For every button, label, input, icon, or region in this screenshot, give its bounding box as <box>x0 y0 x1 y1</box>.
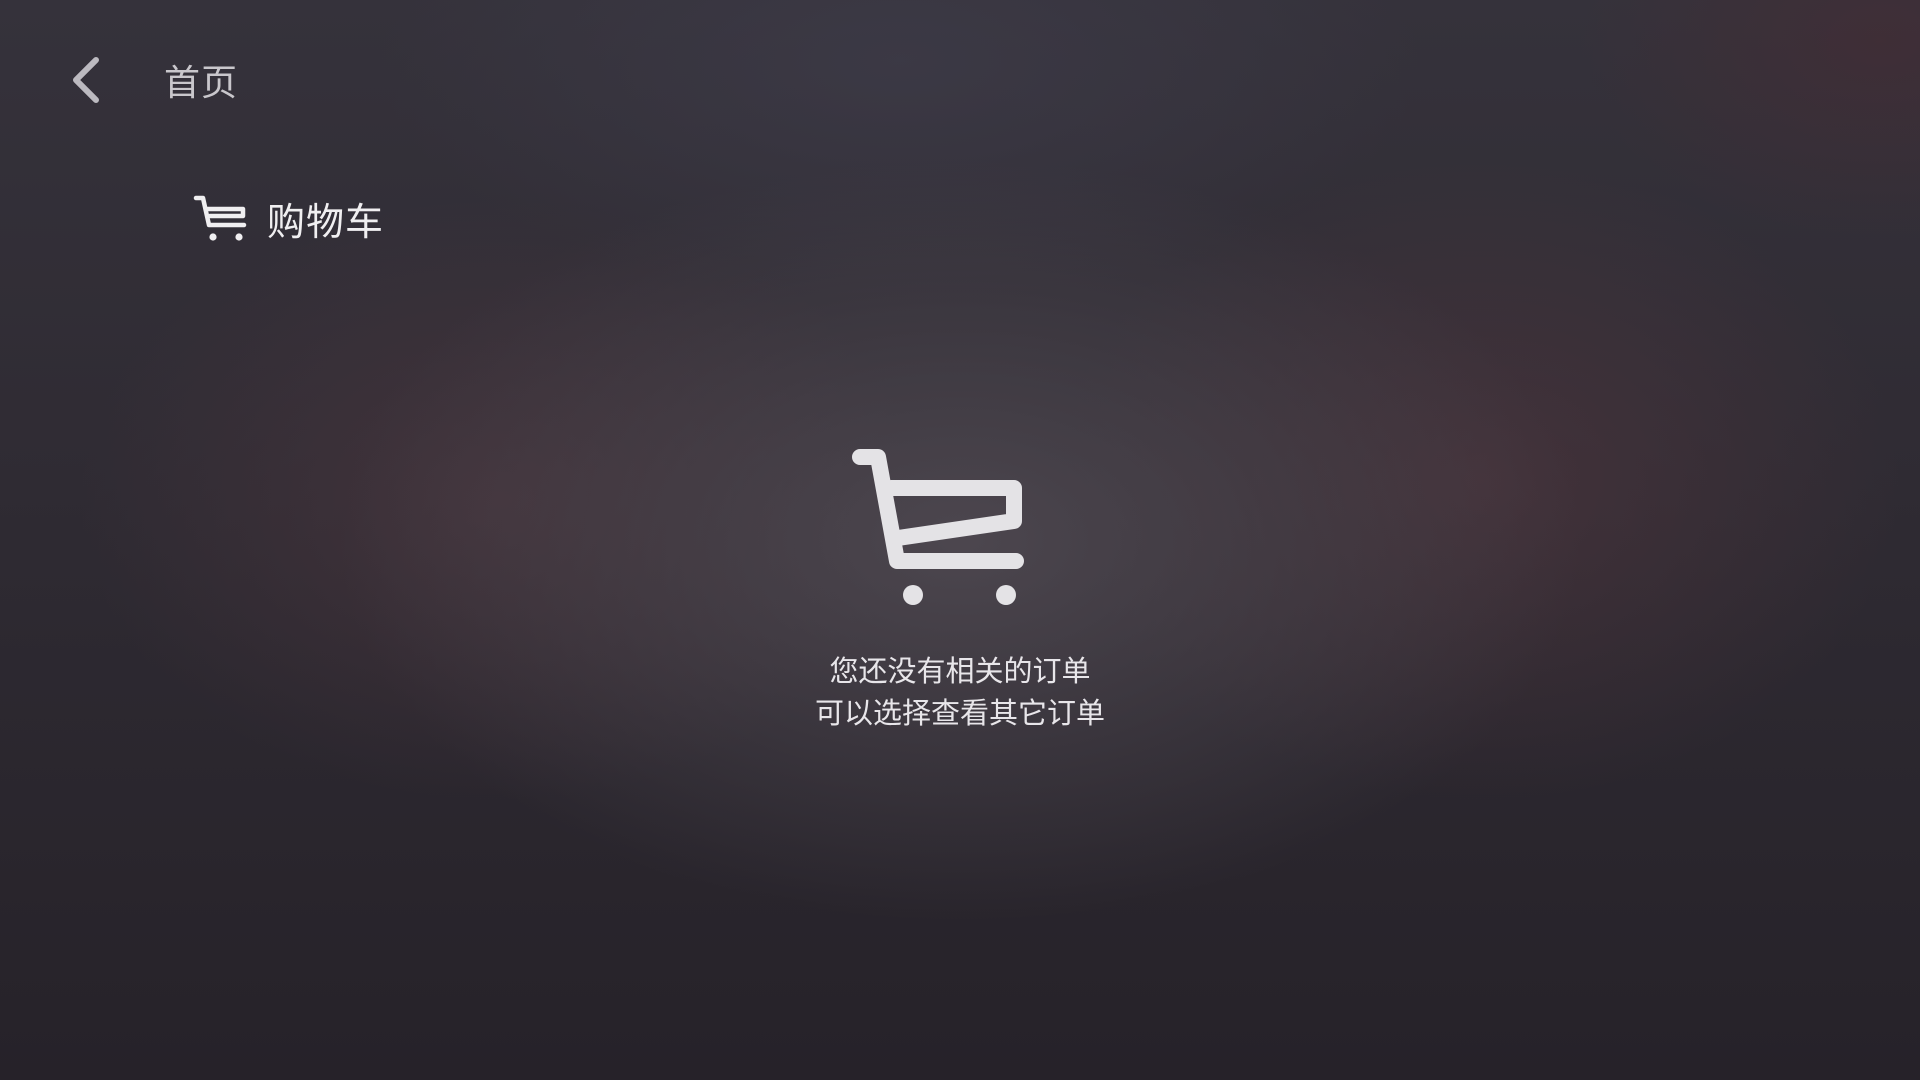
empty-message-line-1: 您还没有相关的订单 <box>829 654 1091 688</box>
empty-cart-icon <box>852 449 1024 605</box>
page-title: 首页 <box>164 63 239 104</box>
empty-message-line-2: 可以选择查看其它订单 <box>814 696 1105 730</box>
empty-state: 您还没有相关的订单 可以选择查看其它订单 <box>0 448 1920 734</box>
back-button[interactable] <box>64 50 108 110</box>
section-title: 购物车 <box>267 199 385 244</box>
shopping-cart-icon <box>193 195 247 241</box>
empty-message: 您还没有相关的订单 可以选择查看其它订单 <box>815 650 1105 734</box>
shopping-cart-heading: 购物车 <box>193 190 384 246</box>
chevron-left-icon <box>73 57 99 103</box>
top-bar: 首页 <box>64 50 238 110</box>
